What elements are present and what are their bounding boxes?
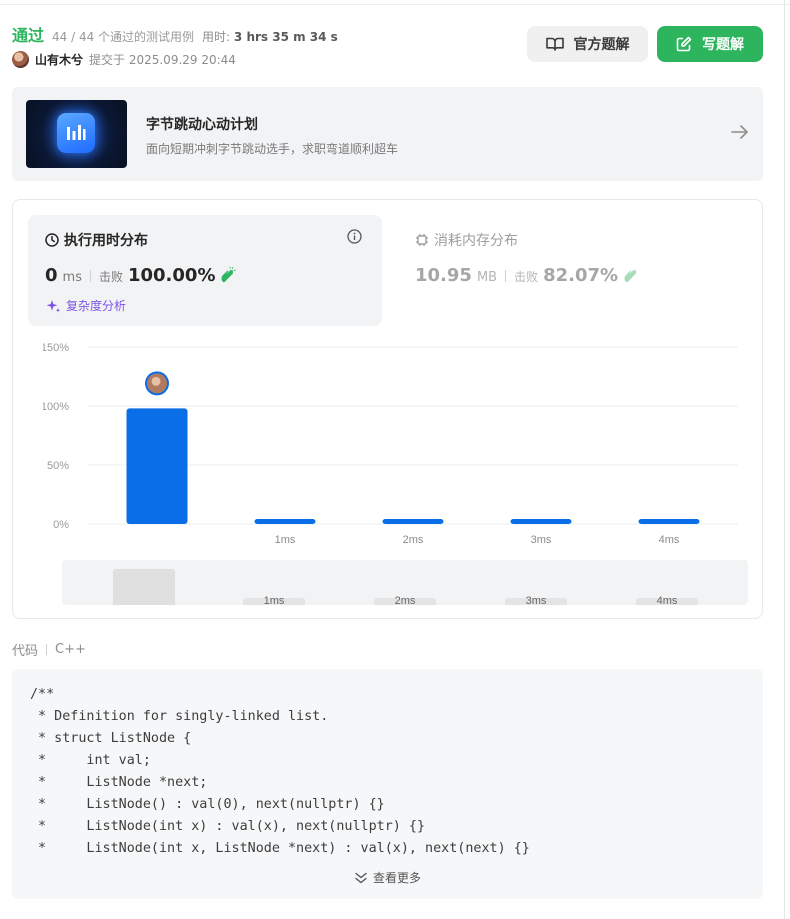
runtime-title: 执行用时分布 bbox=[45, 230, 148, 250]
runtime-title-label: 执行用时分布 bbox=[64, 233, 148, 249]
submitted-time: 提交于 2025.09.29 20:44 bbox=[89, 53, 236, 67]
runtime-beats-label: 击败 bbox=[98, 270, 123, 284]
sparkle-icon bbox=[46, 299, 61, 312]
code-line: * struct ListNode { bbox=[30, 731, 192, 746]
mini-bar bbox=[113, 569, 175, 605]
banner-title: 字节跳动心动计划 bbox=[146, 117, 258, 133]
runtime-distribution-chart[interactable]: 0% 50% 100% 150% 1ms 2ms 3ms 4ms bbox=[43, 338, 743, 553]
memory-beats-label: 击败 bbox=[514, 270, 539, 284]
avatar-face bbox=[151, 376, 161, 386]
code-content: /** * Definition for singly-linked list.… bbox=[30, 684, 530, 860]
code-line: * Definition for singly-linked list. bbox=[30, 709, 329, 724]
time-value: 3 hrs 35 m 34 s bbox=[233, 30, 338, 44]
chart-bar bbox=[638, 519, 700, 524]
view-more-label: 查看更多 bbox=[372, 871, 421, 885]
avatar[interactable] bbox=[12, 51, 29, 68]
x-tick-label: 1ms bbox=[275, 534, 296, 546]
runtime-panel[interactable]: 执行用时分布 0 ms 击败 100.00% 复杂度分析 bbox=[28, 215, 382, 326]
x-tick-label: 2ms bbox=[403, 534, 424, 546]
arrow-right-icon[interactable] bbox=[731, 124, 749, 140]
runtime-unit: ms bbox=[62, 270, 82, 285]
chart-bar bbox=[254, 519, 316, 524]
mini-tick-label: 2ms bbox=[395, 595, 416, 605]
info-icon[interactable] bbox=[347, 229, 362, 244]
chart-range-slider[interactable]: 1ms 2ms 3ms 4ms bbox=[62, 560, 748, 605]
time-label: 用时: bbox=[202, 30, 231, 44]
mini-chart: 1ms 2ms 3ms 4ms bbox=[113, 569, 698, 605]
view-more-button[interactable]: 查看更多 bbox=[12, 869, 763, 886]
scrollbar-track[interactable] bbox=[784, 0, 785, 919]
memory-title-label: 消耗内存分布 bbox=[434, 233, 518, 249]
code-label: 代码 bbox=[12, 644, 39, 659]
double-chevron-down-icon bbox=[355, 872, 367, 883]
test-count: 44 / 44 个通过的测试用例 bbox=[52, 30, 195, 44]
code-language: C++ bbox=[55, 642, 86, 657]
code-block[interactable]: /** * Definition for singly-linked list.… bbox=[12, 669, 763, 899]
mini-tick-label: 4ms bbox=[657, 595, 678, 605]
official-solution-button[interactable]: 官方题解 bbox=[527, 26, 648, 62]
memory-panel[interactable]: 消耗内存分布 10.95 MB 击败 82.07% bbox=[398, 215, 748, 326]
y-tick-label: 50% bbox=[47, 460, 69, 472]
code-line: * ListNode(int x, ListNode *next) : val(… bbox=[30, 841, 530, 856]
chart-bar bbox=[126, 408, 188, 524]
memory-title: 消耗内存分布 bbox=[415, 230, 518, 250]
divider bbox=[46, 644, 48, 655]
bytedance-logo-icon bbox=[57, 113, 95, 153]
chip-icon bbox=[416, 234, 428, 246]
top-divider bbox=[0, 4, 790, 5]
mini-tick-label: 1ms bbox=[264, 595, 285, 605]
clap-icon bbox=[624, 269, 637, 282]
divider bbox=[505, 269, 507, 282]
y-tick-label: 150% bbox=[43, 342, 69, 354]
divider bbox=[89, 269, 91, 282]
x-tick-label: 4ms bbox=[659, 534, 680, 546]
code-line: * ListNode() : val(0), next(nullptr) {} bbox=[30, 797, 385, 812]
x-tick-label: 3ms bbox=[531, 534, 552, 546]
complexity-label: 复杂度分析 bbox=[66, 299, 127, 313]
y-tick-label: 100% bbox=[43, 401, 69, 413]
clock-icon bbox=[45, 233, 59, 247]
author-row: 山有木兮 提交于 2025.09.29 20:44 bbox=[12, 51, 236, 68]
memory-unit: MB bbox=[476, 270, 498, 285]
code-line: /** bbox=[30, 687, 55, 702]
runtime-beats-value: 100.00% bbox=[127, 265, 216, 286]
promo-banner[interactable]: 字节跳动心动计划 面向短期冲刺字节跳动选手，求职弯道顺利超车 bbox=[12, 87, 763, 181]
write-solution-button[interactable]: 写题解 bbox=[657, 26, 763, 62]
memory-metrics: 10.95 MB 击败 82.07% bbox=[415, 265, 640, 286]
author-name[interactable]: 山有木兮 bbox=[35, 51, 83, 68]
memory-value: 10.95 bbox=[415, 265, 472, 286]
chart-bar bbox=[382, 519, 444, 524]
stats-card: 执行用时分布 0 ms 击败 100.00% 复杂度分析 消耗内存分布 10.9… bbox=[12, 199, 763, 619]
banner-subtitle: 面向短期冲刺字节跳动选手，求职弯道顺利超车 bbox=[146, 142, 399, 156]
submission-status: 通过 44 / 44 个通过的测试用例 用时: 3 hrs 35 m 34 s bbox=[12, 22, 338, 46]
clap-icon bbox=[221, 266, 237, 282]
code-line: * ListNode *next; bbox=[30, 775, 208, 790]
book-icon bbox=[545, 37, 564, 51]
memory-beats-value: 82.07% bbox=[543, 265, 619, 286]
y-tick-label: 0% bbox=[53, 519, 69, 531]
chart-bar bbox=[510, 519, 572, 524]
code-header: 代码 C++ bbox=[12, 640, 86, 659]
mini-tick-label: 3ms bbox=[526, 595, 547, 605]
official-solution-label: 官方题解 bbox=[573, 37, 630, 53]
complexity-analysis-link[interactable]: 复杂度分析 bbox=[45, 297, 126, 314]
write-solution-label: 写题解 bbox=[702, 37, 744, 53]
code-line: * ListNode(int x) : val(x), next(nullptr… bbox=[30, 819, 426, 834]
runtime-value: 0 bbox=[45, 265, 58, 286]
code-line: * int val; bbox=[30, 753, 151, 768]
runtime-metrics: 0 ms 击败 100.00% bbox=[45, 265, 237, 286]
time-spent: 用时: 3 hrs 35 m 34 s bbox=[202, 28, 338, 45]
edit-icon bbox=[676, 36, 692, 52]
status-label: 通过 bbox=[12, 26, 45, 45]
banner-image bbox=[26, 100, 127, 168]
